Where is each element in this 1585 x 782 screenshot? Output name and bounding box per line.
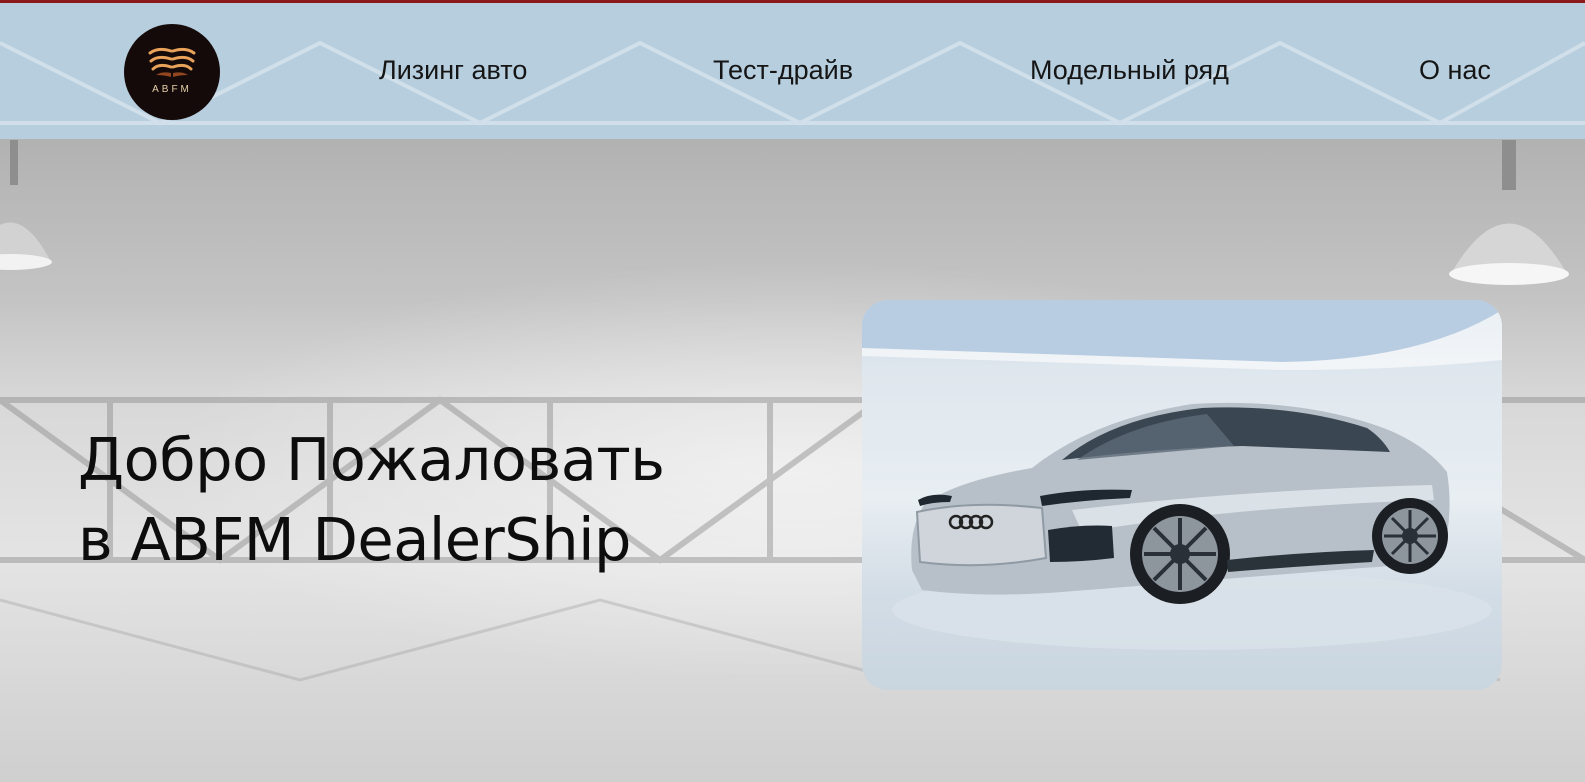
hero-title-line-2: в ABFM DealerShip [78,505,631,574]
hero-title: Добро Пожаловать в ABFM DealerShip [78,420,665,580]
brand-logo[interactable]: ABFM [124,24,220,120]
nav-link-about[interactable]: О нас [1419,55,1491,86]
wings-logo-icon [148,47,196,77]
hero-title-line-1: Добро Пожаловать [78,425,665,494]
nav-link-leasing[interactable]: Лизинг авто [379,55,527,86]
site-header: ABFM Лизинг авто Тест-драйв Модельный ря… [0,0,1585,139]
nav-link-model-range[interactable]: Модельный ряд [1030,55,1229,86]
hero-car-image [862,300,1502,690]
nav-link-test-drive[interactable]: Тест-драйв [713,55,853,86]
logo-text: ABFM [152,84,192,95]
